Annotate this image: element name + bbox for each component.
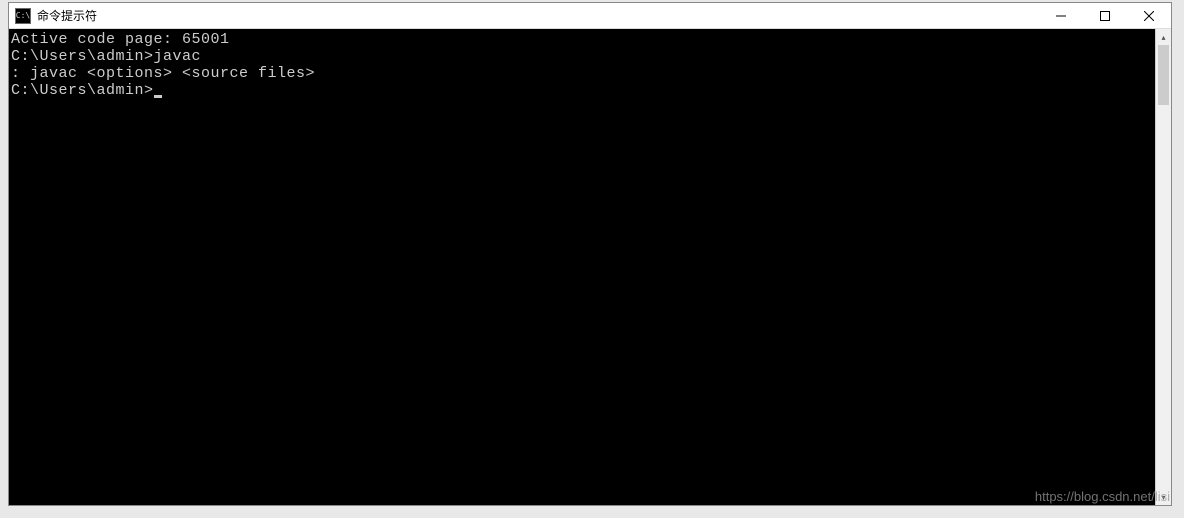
scroll-thumb[interactable] xyxy=(1158,45,1169,105)
terminal-container: Active code page: 65001C:\Users\admin>ja… xyxy=(9,29,1171,505)
terminal-line: C:\Users\admin>javac xyxy=(11,48,1153,65)
app-icon: C:\ xyxy=(15,8,31,24)
vertical-scrollbar[interactable]: ▴ ▾ xyxy=(1155,29,1171,505)
close-button[interactable] xyxy=(1127,3,1171,28)
terminal-prompt: C:\Users\admin> xyxy=(11,82,154,99)
cursor-icon xyxy=(154,95,162,98)
window-title: 命令提示符 xyxy=(37,7,1039,24)
command-prompt-window: C:\ 命令提示符 Active code page: 65001C:\User… xyxy=(8,2,1172,506)
maximize-button[interactable] xyxy=(1083,3,1127,28)
window-controls xyxy=(1039,3,1171,28)
minimize-button[interactable] xyxy=(1039,3,1083,28)
terminal-line: : javac <options> <source files> xyxy=(11,65,1153,82)
window-titlebar[interactable]: C:\ 命令提示符 xyxy=(9,3,1171,29)
terminal-prompt-line: C:\Users\admin> xyxy=(11,82,1153,99)
scroll-down-arrow-icon[interactable]: ▾ xyxy=(1156,489,1171,505)
terminal-line: Active code page: 65001 xyxy=(11,31,1153,48)
terminal-output[interactable]: Active code page: 65001C:\Users\admin>ja… xyxy=(9,29,1155,505)
scroll-up-arrow-icon[interactable]: ▴ xyxy=(1156,29,1171,45)
